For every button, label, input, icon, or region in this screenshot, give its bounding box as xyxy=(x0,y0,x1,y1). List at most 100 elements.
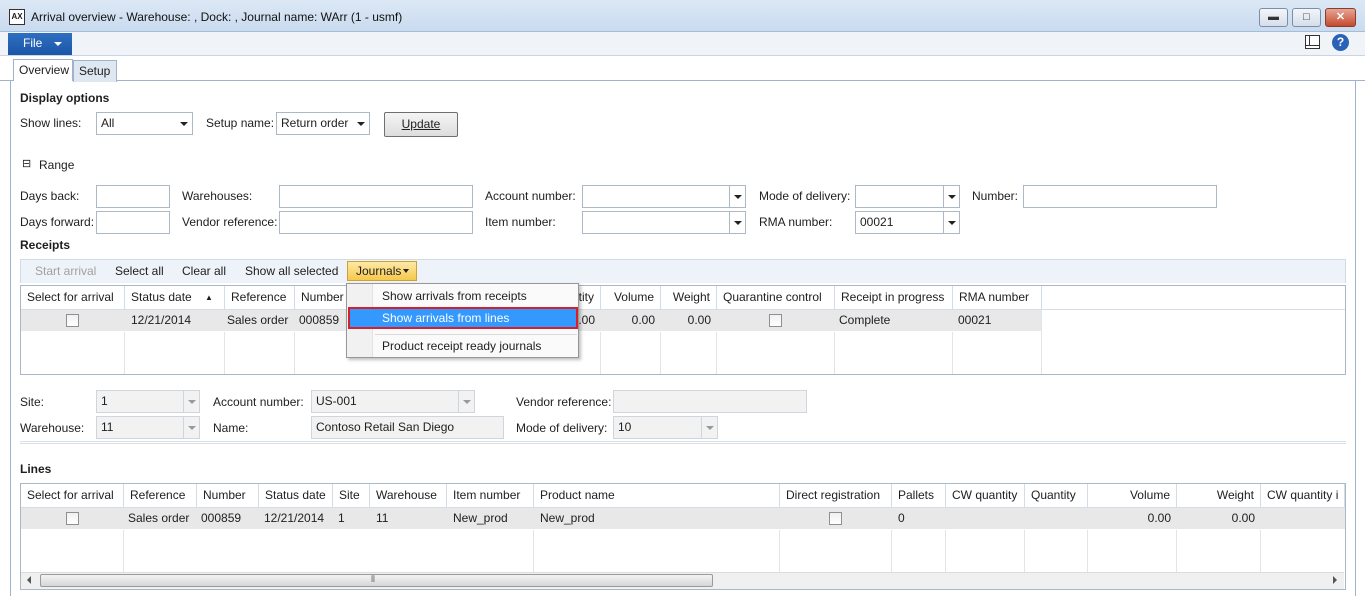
select-all-button[interactable]: Select all xyxy=(115,264,164,278)
lines-cell-reference: Sales order xyxy=(128,511,190,525)
mode-of-delivery-select[interactable] xyxy=(855,185,960,208)
journals-dropdown-menu: Show arrivals from receipts Show arrival… xyxy=(346,283,579,358)
name-label: Name: xyxy=(213,421,249,435)
col-status-date[interactable]: Status date ▲ xyxy=(125,286,225,309)
vendor-reference-input[interactable] xyxy=(279,211,473,234)
help-icon[interactable]: ? xyxy=(1332,34,1349,51)
tab-setup[interactable]: Setup xyxy=(73,60,117,82)
receipts-grid: Select for arrival Status date ▲ Referenc… xyxy=(20,285,1346,375)
scroll-left-icon[interactable] xyxy=(27,576,31,584)
rma-number-label: RMA number: xyxy=(759,215,833,229)
menu-item-show-arrivals-from-receipts[interactable]: Show arrivals from receipts xyxy=(382,289,527,303)
warehouses-input[interactable] xyxy=(279,185,473,208)
lines-cell-volume: 0.00 xyxy=(1147,511,1171,525)
tab-overview[interactable]: Overview xyxy=(13,59,73,81)
col-number[interactable]: Number xyxy=(295,286,350,309)
direct-registration-checkbox[interactable] xyxy=(829,512,842,525)
lines-col-product-name[interactable]: Product name xyxy=(534,484,780,507)
setup-name-select[interactable]: Return order xyxy=(276,112,370,135)
cell-weight: 0.00 xyxy=(687,313,711,327)
account-number-label: Account number: xyxy=(485,189,576,203)
update-button[interactable]: Update xyxy=(384,112,458,137)
chevron-down-icon xyxy=(729,212,745,233)
grid-line xyxy=(779,530,780,572)
name-field: Contoso Retail San Diego xyxy=(311,416,504,439)
days-back-input[interactable] xyxy=(96,185,170,208)
show-all-selected-button[interactable]: Show all selected xyxy=(245,264,338,278)
col-rma-number[interactable]: RMA number xyxy=(953,286,1042,309)
lines-col-warehouse[interactable]: Warehouse xyxy=(370,484,447,507)
range-heading: Range xyxy=(39,158,75,172)
col-select-for-arrival[interactable]: Select for arrival xyxy=(21,286,125,309)
lines-cell-weight: 0.00 xyxy=(1231,511,1255,525)
lines-col-select-for-arrival[interactable]: Select for arrival xyxy=(21,484,124,507)
chevron-down-icon xyxy=(701,417,717,438)
start-arrival-button[interactable]: Start arrival xyxy=(35,264,96,278)
lines-col-volume[interactable]: Volume xyxy=(1088,484,1177,507)
window-title: Arrival overview - Warehouse: , Dock: , … xyxy=(31,10,403,24)
detail-account-number-select[interactable]: US-001 xyxy=(311,390,475,413)
clear-all-button[interactable]: Clear all xyxy=(182,264,226,278)
lines-col-number[interactable]: Number xyxy=(197,484,259,507)
lines-cell-item-number: New_prod xyxy=(453,511,508,525)
lines-col-item-number[interactable]: Item number xyxy=(447,484,534,507)
lines-heading: Lines xyxy=(20,462,52,476)
col-volume[interactable]: Volume xyxy=(601,286,661,309)
item-number-select[interactable] xyxy=(582,211,746,234)
display-options-heading: Display options xyxy=(20,91,110,105)
site-label: Site: xyxy=(20,395,45,409)
col-status-date-label: Status date xyxy=(131,290,192,304)
lines-cell-pallets: 0 xyxy=(898,511,905,525)
col-receipt-in-progress[interactable]: Receipt in progress xyxy=(835,286,953,309)
warehouse-value: 11 xyxy=(101,420,114,434)
table-row[interactable]: Sales order 000859 12/21/2014 1 11 New_p… xyxy=(21,508,1345,529)
minimize-icon: ▬ xyxy=(1268,11,1279,23)
detail-mode-of-delivery-value: 10 xyxy=(618,420,632,434)
lines-col-cw-quantity-inventory[interactable]: CW quantity i xyxy=(1261,484,1345,507)
row-select-checkbox[interactable] xyxy=(66,314,79,327)
site-select[interactable]: 1 xyxy=(96,390,200,413)
lines-col-reference[interactable]: Reference xyxy=(124,484,197,507)
lines-col-weight[interactable]: Weight xyxy=(1177,484,1261,507)
scroll-right-icon[interactable] xyxy=(1333,576,1337,584)
lines-col-status-date[interactable]: Status date xyxy=(259,484,333,507)
quarantine-checkbox[interactable] xyxy=(769,314,782,327)
warehouse-select[interactable]: 11 xyxy=(96,416,200,439)
days-forward-input[interactable] xyxy=(96,211,170,234)
maximize-button[interactable]: □ xyxy=(1292,8,1321,27)
lines-col-cw-quantity[interactable]: CW quantity xyxy=(946,484,1025,507)
account-number-select[interactable] xyxy=(582,185,746,208)
show-lines-select[interactable]: All xyxy=(96,112,193,135)
close-icon: ✕ xyxy=(1335,11,1346,23)
grid-line xyxy=(1041,310,1042,374)
lines-col-pallets[interactable]: Pallets xyxy=(892,484,946,507)
grid-line xyxy=(294,332,295,374)
menu-item-show-arrivals-from-lines[interactable]: Show arrivals from lines xyxy=(382,311,509,325)
minimize-button[interactable]: ▬ xyxy=(1259,8,1288,27)
rma-number-select[interactable]: 00021 xyxy=(855,211,960,234)
file-menu-button[interactable]: File xyxy=(8,33,72,55)
col-quarantine-control[interactable]: Quarantine control xyxy=(717,286,835,309)
grid-line xyxy=(600,332,601,374)
detail-mode-of-delivery-select[interactable]: 10 xyxy=(613,416,718,439)
journals-menu-button[interactable]: Journals xyxy=(347,261,417,281)
lines-col-site[interactable]: Site xyxy=(333,484,370,507)
lines-col-quantity[interactable]: Quantity xyxy=(1025,484,1088,507)
lines-row-select-checkbox[interactable] xyxy=(66,512,79,525)
cell-volume: 0.00 xyxy=(631,313,655,327)
lines-col-direct-registration[interactable]: Direct registration xyxy=(780,484,892,507)
cell-reference: Sales order xyxy=(227,313,289,327)
chevron-down-icon xyxy=(176,113,192,134)
collapse-icon[interactable]: ⊟ xyxy=(22,157,31,170)
menu-item-product-receipt-ready-journals[interactable]: Product receipt ready journals xyxy=(382,339,541,353)
col-weight[interactable]: Weight xyxy=(661,286,717,309)
scrollbar-thumb[interactable]: ⦀ xyxy=(40,574,713,587)
number-input[interactable] xyxy=(1023,185,1217,208)
show-lines-label: Show lines: xyxy=(20,116,82,130)
layout-icon[interactable] xyxy=(1305,35,1320,49)
days-forward-label: Days forward: xyxy=(20,215,95,229)
close-button[interactable]: ✕ xyxy=(1325,8,1356,27)
rma-number-value: 00021 xyxy=(860,215,894,229)
col-reference[interactable]: Reference xyxy=(225,286,295,309)
detail-account-number-value: US-001 xyxy=(316,394,357,408)
